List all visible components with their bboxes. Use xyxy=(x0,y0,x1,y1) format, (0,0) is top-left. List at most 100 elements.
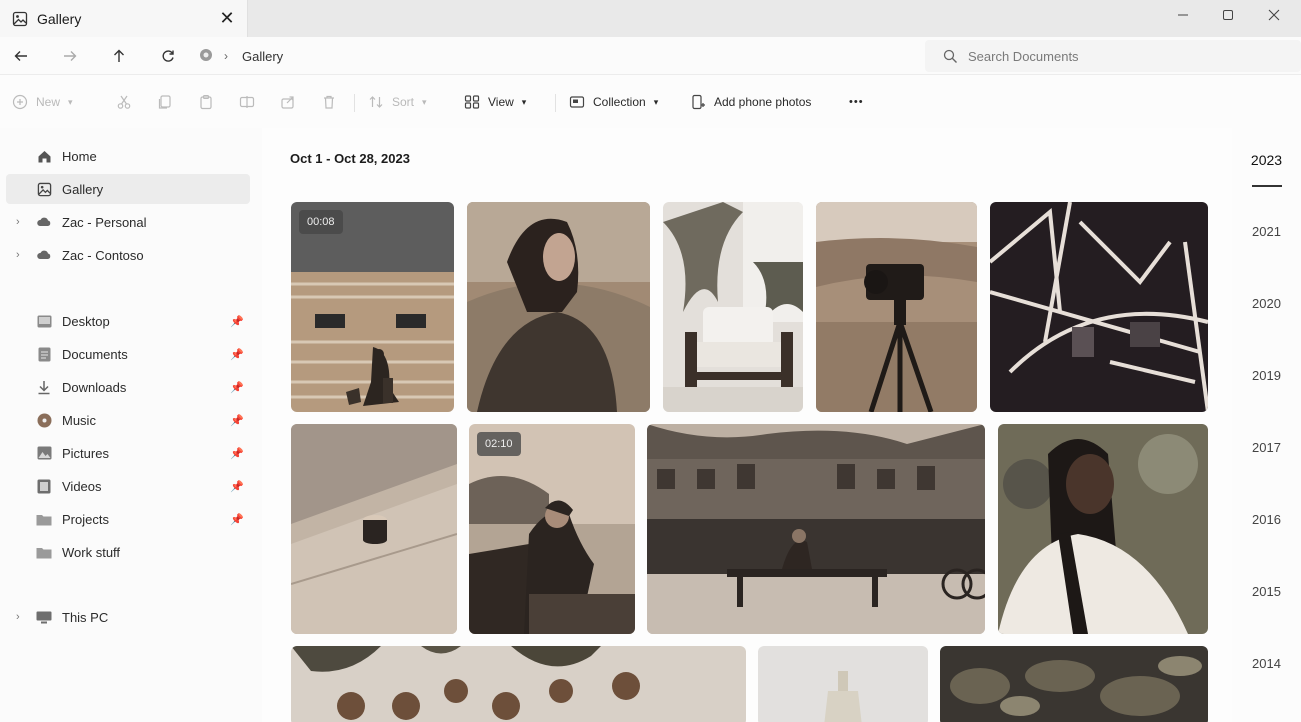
add-phone-photos-button[interactable]: Add phone photos xyxy=(690,90,811,114)
more-icon: ••• xyxy=(849,96,864,108)
desktop-icon xyxy=(36,313,52,329)
navigation-pane: Home Gallery › Zac - Personal › Zac - Co… xyxy=(0,128,262,722)
minimize-button[interactable] xyxy=(1161,0,1205,30)
rename-button[interactable] xyxy=(239,90,255,114)
year-2023[interactable]: 2023 xyxy=(1232,152,1301,168)
new-button[interactable]: New ▾ xyxy=(12,90,73,114)
sidebar-item-pictures[interactable]: Pictures 📌 xyxy=(6,438,250,468)
phone-icon xyxy=(692,94,705,110)
share-icon xyxy=(281,96,294,109)
year-2015[interactable]: 2015 xyxy=(1232,584,1301,599)
search-input[interactable]: Search Documents xyxy=(925,40,1301,72)
command-bar: New ▾ Sort ▾ View ▾ Collection ▾ Add pho… xyxy=(0,82,1301,122)
video-duration-badge: 02:10 xyxy=(477,432,521,456)
share-button[interactable] xyxy=(280,90,296,114)
photo-smiling-woman[interactable] xyxy=(998,424,1208,634)
up-button[interactable] xyxy=(105,43,133,69)
sidebar-item-music[interactable]: Music 📌 xyxy=(6,405,250,435)
sidebar-item-downloads[interactable]: Downloads 📌 xyxy=(6,372,250,402)
pin-icon[interactable]: 📌 xyxy=(230,447,244,460)
sidebar-item-this-pc[interactable]: › This PC xyxy=(6,602,250,632)
year-2016[interactable]: 2016 xyxy=(1232,512,1301,527)
photo-green-plants[interactable] xyxy=(940,646,1208,722)
tab-gallery[interactable]: Gallery ✕ xyxy=(0,0,248,37)
photo-woman-headscarf[interactable] xyxy=(467,202,650,412)
more-options-button[interactable]: ••• xyxy=(849,90,864,114)
photo-food-table[interactable] xyxy=(291,646,746,722)
paste-button[interactable] xyxy=(198,90,214,114)
sidebar-item-desktop[interactable]: Desktop 📌 xyxy=(6,306,250,336)
photo-coffee-cup[interactable] xyxy=(291,424,457,634)
back-button[interactable] xyxy=(7,43,35,69)
folder-icon xyxy=(36,544,52,560)
paste-icon xyxy=(200,94,212,110)
close-tab-icon[interactable]: ✕ xyxy=(217,8,237,28)
music-icon xyxy=(36,412,52,428)
cloud-icon xyxy=(36,247,52,263)
view-button[interactable]: View ▾ xyxy=(464,90,526,114)
pin-icon[interactable]: 📌 xyxy=(230,348,244,361)
close-window-button[interactable] xyxy=(1252,0,1296,30)
documents-icon xyxy=(36,346,52,362)
arrow-up-icon xyxy=(114,49,124,62)
year-2020[interactable]: 2020 xyxy=(1232,296,1301,311)
gallery-icon xyxy=(36,181,52,197)
photo-woman-lake[interactable]: 02:10 xyxy=(469,424,635,634)
forward-button[interactable] xyxy=(56,43,84,69)
year-2019[interactable]: 2019 xyxy=(1232,368,1301,383)
gallery-icon xyxy=(12,11,28,27)
breadcrumb-gallery[interactable]: Gallery xyxy=(242,49,283,64)
arrow-right-icon xyxy=(64,51,77,61)
folder-icon xyxy=(36,511,52,527)
sidebar-item-zac-contoso[interactable]: › Zac - Contoso xyxy=(6,240,250,270)
chevron-down-icon: ▾ xyxy=(653,96,659,107)
search-placeholder: Search Documents xyxy=(968,48,1079,64)
gallery-breadcrumb-icon[interactable] xyxy=(198,47,214,66)
timeline-scrubber[interactable]: 2023 2021 2020 2019 2017 2016 2015 2014 xyxy=(1232,128,1301,722)
year-2021[interactable]: 2021 xyxy=(1232,224,1301,239)
maximize-button[interactable] xyxy=(1206,0,1250,30)
delete-button[interactable] xyxy=(321,90,337,114)
refresh-button[interactable] xyxy=(154,43,182,69)
pin-icon[interactable]: 📌 xyxy=(230,381,244,394)
sidebar-item-videos[interactable]: Videos 📌 xyxy=(6,471,250,501)
address-row: › Gallery Search Documents xyxy=(0,37,1301,75)
title-bar: Gallery ✕ xyxy=(0,0,1301,37)
pin-icon[interactable]: 📌 xyxy=(230,315,244,328)
breadcrumb: › Gallery xyxy=(198,43,283,69)
chevron-right-icon[interactable]: › xyxy=(224,49,228,63)
chevron-right-icon[interactable]: › xyxy=(16,611,20,623)
pictures-icon xyxy=(36,445,52,461)
sidebar-item-documents[interactable]: Documents 📌 xyxy=(6,339,250,369)
pin-icon[interactable]: 📌 xyxy=(230,480,244,493)
tab-title: Gallery xyxy=(37,10,82,27)
view-icon xyxy=(464,95,480,109)
collection-button[interactable]: Collection ▾ xyxy=(569,90,658,114)
photo-bottle[interactable] xyxy=(758,646,928,722)
year-2014[interactable]: 2014 xyxy=(1232,656,1301,671)
arrow-left-icon xyxy=(14,51,27,61)
copy-button[interactable] xyxy=(157,90,173,114)
cloud-icon xyxy=(36,214,52,230)
pin-icon[interactable]: 📌 xyxy=(230,513,244,526)
photo-abstract-lines[interactable] xyxy=(990,202,1208,412)
photo-camera-tripod[interactable] xyxy=(816,202,977,412)
photo-chair-plants[interactable] xyxy=(663,202,803,412)
photo-building-wall[interactable]: 00:08 xyxy=(291,202,454,412)
sidebar-item-home[interactable]: Home xyxy=(6,141,250,171)
pin-icon[interactable]: 📌 xyxy=(230,414,244,427)
sort-button[interactable]: Sort ▾ xyxy=(368,90,427,114)
sidebar-item-work-stuff[interactable]: Work stuff xyxy=(6,537,250,567)
pc-icon xyxy=(36,609,52,625)
chevron-down-icon: ▾ xyxy=(521,96,527,107)
sidebar-item-gallery[interactable]: Gallery xyxy=(6,174,250,204)
chevron-right-icon[interactable]: › xyxy=(16,216,20,228)
sort-icon xyxy=(369,96,383,108)
chevron-right-icon[interactable]: › xyxy=(16,249,20,261)
cut-button[interactable] xyxy=(116,90,132,114)
year-2017[interactable]: 2017 xyxy=(1232,440,1301,455)
photo-canal-street[interactable] xyxy=(647,424,985,634)
sidebar-item-projects[interactable]: Projects 📌 xyxy=(6,504,250,534)
file-explorer-window: Gallery ✕ › Gallery Search Documents New… xyxy=(0,0,1301,722)
sidebar-item-zac-personal[interactable]: › Zac - Personal xyxy=(6,207,250,237)
